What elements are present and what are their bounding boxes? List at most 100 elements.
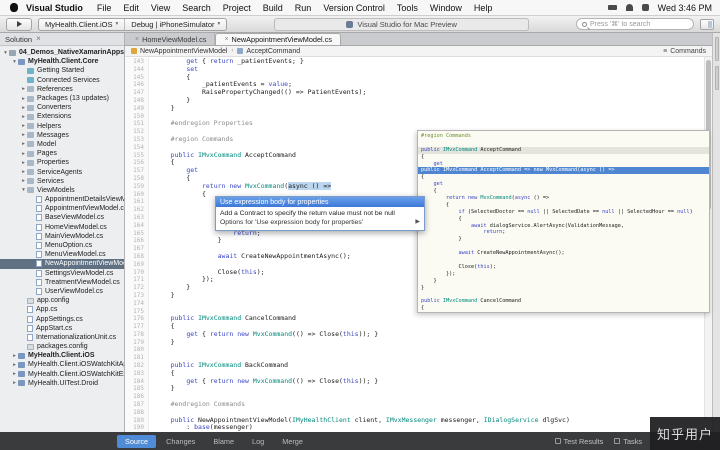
tree-item-myhealth-client-ioswatchkitextension[interactable]: ▸ MyHealth.Client.iOSWatchKitExtension bbox=[0, 370, 124, 379]
tree-item-viewmodels[interactable]: ▾ ViewModels bbox=[0, 186, 124, 195]
tree-item-references[interactable]: ▸ References bbox=[0, 85, 124, 94]
code-line[interactable]: get { return _patientEvents; } bbox=[155, 57, 702, 66]
chevron-right-icon[interactable]: ▸ bbox=[20, 141, 27, 147]
menu-version-control[interactable]: Version Control bbox=[317, 3, 391, 13]
menu-edit[interactable]: Edit bbox=[117, 3, 145, 13]
commands-dropdown[interactable]: ≡ Commands bbox=[663, 48, 706, 55]
chevron-right-icon[interactable]: ▸ bbox=[20, 169, 27, 175]
menu-build[interactable]: Build bbox=[257, 3, 289, 13]
tree-item-model[interactable]: ▸ Model bbox=[0, 140, 124, 149]
chevron-right-icon[interactable]: ▸ bbox=[11, 371, 18, 377]
chevron-right-icon[interactable]: ▸ bbox=[20, 105, 27, 111]
tree-item-myhealth-uitest-droid[interactable]: ▸ MyHealth.UITest.Droid bbox=[0, 379, 124, 388]
tree-item-serviceagents[interactable]: ▸ ServiceAgents bbox=[0, 167, 124, 176]
tree-item-appstart-cs[interactable]: AppStart.cs bbox=[0, 324, 124, 333]
tree-item-internationalizationunit-cs[interactable]: InternationalizationUnit.cs bbox=[0, 333, 124, 342]
menubar-clock[interactable]: Wed 3:46 PM bbox=[658, 3, 712, 13]
apple-icon[interactable] bbox=[10, 3, 18, 12]
tree-item-app-cs[interactable]: App.cs bbox=[0, 305, 124, 314]
menu-view[interactable]: View bbox=[145, 3, 176, 13]
button-tasks[interactable]: Tasks bbox=[614, 437, 642, 446]
tree-item-extensions[interactable]: ▸ Extensions bbox=[0, 112, 124, 121]
tree-item-pages[interactable]: ▸ Pages bbox=[0, 149, 124, 158]
bottom-tab-log[interactable]: Log bbox=[244, 435, 272, 448]
spotlight-icon[interactable] bbox=[641, 4, 649, 11]
chevron-down-icon[interactable]: ▾ bbox=[20, 187, 27, 193]
chevron-right-icon[interactable]: ▸ bbox=[20, 86, 27, 92]
tree-item-myhealth-client-core[interactable]: ▾ MyHealth.Client.Core bbox=[0, 57, 124, 66]
tree-item-baseviewmodel-cs[interactable]: BaseViewModel.cs bbox=[0, 213, 124, 222]
code-line[interactable]: : base(messenger) bbox=[155, 424, 702, 432]
chevron-right-icon[interactable]: ▸ bbox=[20, 96, 27, 102]
chevron-right-icon[interactable]: ▸ bbox=[20, 151, 27, 157]
tree-item-appsettings-cs[interactable]: AppSettings.cs bbox=[0, 314, 124, 323]
code-line[interactable]: #endregion Commands bbox=[155, 400, 702, 409]
menu-tools[interactable]: Tools bbox=[391, 3, 424, 13]
code-line[interactable]: public IMvxCommand CancelCommand bbox=[155, 314, 702, 323]
menu-project[interactable]: Project bbox=[217, 3, 257, 13]
tree-item-homeviewmodel-cs[interactable]: HomeViewModel.cs bbox=[0, 223, 124, 232]
code-line[interactable]: } bbox=[155, 104, 702, 113]
run-button[interactable] bbox=[6, 17, 32, 31]
bottom-tab-changes[interactable]: Changes bbox=[158, 435, 203, 448]
tree-item-settingsviewmodel-cs[interactable]: SettingsViewModel.cs bbox=[0, 269, 124, 278]
code-line[interactable] bbox=[155, 346, 702, 354]
code-line[interactable]: get { return new MvxCommand(() => Close(… bbox=[155, 330, 702, 339]
breadcrumb-item-newappointmentviewmodel[interactable]: NewAppointmentViewModel bbox=[131, 48, 227, 55]
right-dock-tab[interactable] bbox=[714, 37, 719, 61]
chevron-right-icon[interactable]: ▸ bbox=[11, 353, 18, 359]
tab-homeviewmodel-cs[interactable]: × HomeViewModel.cs bbox=[127, 33, 216, 45]
chevron-down-icon[interactable]: ▾ bbox=[11, 59, 18, 65]
button-test-results[interactable]: Test Results bbox=[554, 437, 603, 446]
tree-item-appointmentdetailsviewmodel-cs[interactable]: AppointmentDetailsViewModel.cs bbox=[0, 195, 124, 204]
tree-item-treatmentviewmodel-cs[interactable]: TreatmentViewModel.cs bbox=[0, 278, 124, 287]
tree-item-services[interactable]: ▸ Services bbox=[0, 177, 124, 186]
bottom-tab-blame[interactable]: Blame bbox=[205, 435, 242, 448]
chevron-right-icon[interactable]: ▸ bbox=[20, 123, 27, 129]
chevron-right-icon[interactable]: ▸ bbox=[20, 114, 27, 120]
code-line[interactable]: #endregion Properties bbox=[155, 119, 702, 128]
tree-item-converters[interactable]: ▸ Converters bbox=[0, 103, 124, 112]
configuration-select[interactable]: Debug | iPhoneSimulator ▾ bbox=[124, 18, 226, 30]
tree-item-packages-13-updates[interactable]: ▸ Packages (13 updates) bbox=[0, 94, 124, 103]
wifi-icon[interactable] bbox=[625, 4, 633, 11]
tree-item-connected-services[interactable]: Connected Services bbox=[0, 76, 124, 85]
breadcrumb-item-acceptcommand[interactable]: AcceptCommand bbox=[237, 48, 300, 55]
close-icon[interactable]: × bbox=[36, 35, 41, 43]
code-line[interactable]: } bbox=[155, 96, 702, 105]
tree-item-myhealth-client-ioswatchkitapp[interactable]: ▸ MyHealth.Client.iOSWatchKitApp bbox=[0, 360, 124, 369]
battery-icon[interactable] bbox=[607, 5, 617, 10]
chevron-down-icon[interactable]: ▾ bbox=[2, 50, 9, 56]
chevron-right-icon[interactable]: ▸ bbox=[11, 362, 18, 368]
tree-item-messages[interactable]: ▸ Messages bbox=[0, 131, 124, 140]
tree-item-appointmentviewmodel-cs[interactable]: AppointmentViewModel.cs bbox=[0, 204, 124, 213]
menu-run[interactable]: Run bbox=[289, 3, 318, 13]
chevron-right-icon[interactable]: ▸ bbox=[11, 380, 18, 386]
tab-newappointmentviewmodel-cs[interactable]: × NewAppointmentViewModel.cs bbox=[215, 33, 341, 45]
chevron-right-icon[interactable]: ▸ bbox=[20, 132, 27, 138]
panel-toggle-icon[interactable] bbox=[700, 18, 714, 30]
tree-item-packages-config[interactable]: packages.config bbox=[0, 342, 124, 351]
tree-item-userviewmodel-cs[interactable]: UserViewModel.cs bbox=[0, 287, 124, 296]
code-line[interactable]: } bbox=[155, 338, 702, 347]
chevron-right-icon[interactable]: ▸ bbox=[20, 160, 27, 166]
right-dock-tab[interactable] bbox=[714, 66, 719, 90]
code-line[interactable]: public IMvxCommand BackCommand bbox=[155, 361, 702, 370]
menu-app-name[interactable]: Visual Studio bbox=[24, 3, 91, 13]
chevron-right-icon[interactable]: ▸ bbox=[20, 178, 27, 184]
bottom-tab-source[interactable]: Source bbox=[117, 434, 157, 448]
tree-item-menuviewmodel-cs[interactable]: MenuViewModel.cs bbox=[0, 250, 124, 259]
tree-item-getting-started[interactable]: Getting Started bbox=[0, 66, 124, 75]
tree-item-app-config[interactable]: app.config bbox=[0, 296, 124, 305]
close-tab-icon[interactable]: × bbox=[135, 36, 139, 43]
code-line[interactable]: } bbox=[155, 385, 702, 393]
tree-item-menuoption-cs[interactable]: MenuOption.cs bbox=[0, 241, 124, 250]
tree-item-myhealth-client-ios[interactable]: ▸ MyHealth.Client.iOS bbox=[0, 351, 124, 360]
code-fix-title[interactable]: Use expression body for properties bbox=[216, 197, 424, 207]
menu-help[interactable]: Help bbox=[468, 3, 499, 13]
solution-pad-header[interactable]: Solution × bbox=[0, 33, 124, 46]
tree-item-04-demos-nativexamarinapps-master[interactable]: ▾ 04_Demos_NativeXamarinApps (master) bbox=[0, 48, 124, 57]
bottom-tab-merge[interactable]: Merge bbox=[274, 435, 311, 448]
tree-item-newappointmentviewmodel-cs[interactable]: NewAppointmentViewModel.cs bbox=[0, 259, 124, 269]
search-input[interactable]: Press '⌘' to search bbox=[576, 18, 694, 30]
